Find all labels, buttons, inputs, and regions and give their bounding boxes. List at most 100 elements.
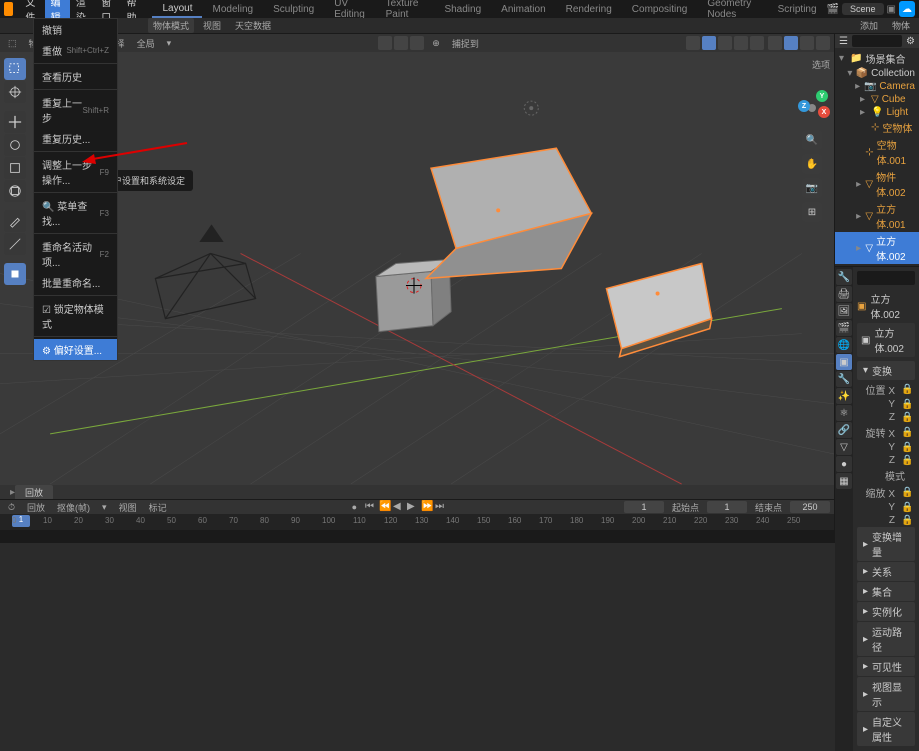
pan-icon[interactable]: ✋ bbox=[802, 154, 822, 174]
tab-object[interactable]: ▣ bbox=[836, 354, 852, 370]
tl-editor-icon[interactable]: ⏱ bbox=[4, 501, 19, 514]
tab-compositing[interactable]: Compositing bbox=[622, 2, 698, 17]
properties-search[interactable] bbox=[857, 271, 915, 285]
tool-cursor[interactable] bbox=[4, 81, 26, 103]
current-frame-field[interactable]: 1 bbox=[624, 501, 664, 513]
3d-viewport[interactable]: 选项 X Y bbox=[0, 52, 834, 485]
play-icon[interactable]: ▶ bbox=[407, 501, 419, 513]
tab-texture[interactable]: ▦ bbox=[836, 473, 852, 489]
outliner-collection[interactable]: ▾📦Collection bbox=[835, 67, 919, 80]
section-viewport-display[interactable]: ▸视图显示 bbox=[857, 677, 915, 711]
overlay-icons[interactable] bbox=[686, 36, 764, 50]
cloud-icon[interactable]: ☁ bbox=[899, 1, 915, 17]
tab-modifiers[interactable]: 🔧 bbox=[836, 371, 852, 387]
outliner-empty-001[interactable]: ⊹空物体.001 bbox=[835, 136, 919, 168]
tab-material[interactable]: ● bbox=[836, 456, 852, 472]
outliner-camera[interactable]: ▸📷Camera bbox=[835, 80, 919, 93]
section-transform[interactable]: ▾变换 bbox=[857, 361, 915, 380]
menu-undo[interactable]: 撤销 bbox=[34, 19, 117, 40]
outliner-scene-collection[interactable]: ▾📁场景集合 bbox=[835, 50, 919, 67]
menu-lock-object-mode[interactable]: ☑ 锁定物体模式 bbox=[34, 298, 117, 334]
zoom-icon[interactable]: 🔍 bbox=[802, 130, 822, 150]
sb-object[interactable]: 物体 bbox=[887, 18, 915, 33]
timeline-ruler[interactable]: 1 01020304050607080901001101201301401501… bbox=[0, 514, 834, 530]
tab-rendering[interactable]: Rendering bbox=[556, 2, 622, 17]
outliner-light[interactable]: ▸💡Light bbox=[835, 106, 919, 119]
tool-annotate[interactable] bbox=[4, 210, 26, 232]
menu-repeat-history[interactable]: 重复历史... bbox=[34, 128, 117, 149]
tl-playback[interactable]: 回放 bbox=[23, 500, 49, 515]
tool-scale[interactable] bbox=[4, 157, 26, 179]
tl-marker[interactable]: 标记 bbox=[145, 500, 171, 515]
tab-output[interactable]: 🖨 bbox=[836, 286, 852, 302]
section-motion-paths[interactable]: ▸运动路径 bbox=[857, 622, 915, 656]
tab-constraints[interactable]: 🔗 bbox=[836, 422, 852, 438]
viewlayer-icon[interactable]: ▣ bbox=[887, 4, 896, 15]
tab-animation[interactable]: Animation bbox=[491, 2, 555, 17]
next-keyframe-icon[interactable]: ⏩ bbox=[421, 501, 433, 513]
tab-data[interactable]: ▽ bbox=[836, 439, 852, 455]
blender-logo[interactable] bbox=[4, 2, 13, 16]
tab-sculpting[interactable]: Sculpting bbox=[263, 2, 324, 17]
view-menu[interactable]: 视图 bbox=[198, 18, 226, 33]
menu-undo-history[interactable]: 查看历史 bbox=[34, 66, 117, 87]
sb-add[interactable]: 添加 bbox=[855, 18, 883, 33]
start-frame-field[interactable]: 1 bbox=[707, 501, 747, 513]
outliner-cube-001[interactable]: ▸▽立方体.001 bbox=[835, 200, 919, 232]
viewport-options[interactable]: 选项 bbox=[812, 58, 830, 71]
mode-select[interactable]: 物体模式 bbox=[148, 18, 194, 33]
object-name-field[interactable]: 立方体.002 bbox=[870, 291, 915, 321]
tab-physics[interactable]: ⚛ bbox=[836, 405, 852, 421]
section-delta-transform[interactable]: ▸变换增量 bbox=[857, 527, 915, 561]
menu-preferences[interactable]: ⚙ 偏好设置... bbox=[34, 339, 117, 360]
tool-add-cube[interactable] bbox=[4, 263, 26, 285]
tool-transform[interactable] bbox=[4, 180, 26, 202]
transform-orientation-icons[interactable] bbox=[378, 36, 424, 50]
shading-mode-icons[interactable] bbox=[768, 36, 830, 50]
tl-keying[interactable]: 抠像(帧) bbox=[53, 500, 94, 515]
camera-icon[interactable]: 📷 bbox=[802, 178, 822, 198]
section-collections[interactable]: ▸集合 bbox=[857, 582, 915, 601]
section-instancing[interactable]: ▸实例化 bbox=[857, 602, 915, 621]
jump-end-icon[interactable]: ⏭ bbox=[435, 501, 447, 513]
tool-rotate[interactable] bbox=[4, 134, 26, 156]
menu-search[interactable]: 🔍 菜单查找...F3 bbox=[34, 195, 117, 231]
tab-world[interactable]: 🌐 bbox=[836, 337, 852, 353]
editor-type-icon[interactable]: ⬚ bbox=[4, 37, 21, 50]
menu-rename-active[interactable]: 重命名活动项...F2 bbox=[34, 236, 117, 272]
tool-measure[interactable] bbox=[4, 233, 26, 255]
outliner-search[interactable] bbox=[852, 35, 902, 47]
filter-icon[interactable]: ⚙ bbox=[906, 36, 915, 47]
select-menu[interactable]: 天空数据 bbox=[230, 18, 276, 33]
section-visibility[interactable]: ▸可见性 bbox=[857, 657, 915, 676]
tab-scene-props[interactable]: 🎬 bbox=[836, 320, 852, 336]
tab-particles[interactable]: ✨ bbox=[836, 388, 852, 404]
scene-icon[interactable]: 🎬 bbox=[827, 4, 839, 15]
outliner-cube-002[interactable]: ▸▽立方体.002 bbox=[835, 232, 919, 264]
menu-batch-rename[interactable]: 批量重命名... bbox=[34, 272, 117, 293]
outliner-icon[interactable]: ☰ bbox=[839, 36, 848, 47]
tool-move[interactable] bbox=[4, 111, 26, 133]
perspective-icon[interactable]: ⊞ bbox=[802, 202, 822, 222]
tab-layout[interactable]: Layout bbox=[152, 1, 202, 18]
tl-view[interactable]: 视图 bbox=[115, 500, 141, 515]
outliner-empty[interactable]: ⊹空物体 bbox=[835, 119, 919, 136]
tab-scripting[interactable]: Scripting bbox=[768, 2, 827, 17]
menu-redo[interactable]: 重做Shift+Ctrl+Z bbox=[34, 40, 117, 61]
tab-shading[interactable]: Shading bbox=[434, 2, 491, 17]
nav-gizmo[interactable]: X Y Z bbox=[794, 90, 830, 126]
autokey-icon[interactable]: ● bbox=[348, 501, 361, 513]
section-relations[interactable]: ▸关系 bbox=[857, 562, 915, 581]
menu-adjust-last[interactable]: 调整上一步操作...F9 bbox=[34, 154, 117, 190]
end-frame-field[interactable]: 250 bbox=[790, 501, 830, 513]
section-custom-props[interactable]: ▸自定义属性 bbox=[857, 712, 915, 746]
outliner-cube[interactable]: ▸▽Cube bbox=[835, 93, 919, 106]
prev-keyframe-icon[interactable]: ⏪ bbox=[379, 501, 391, 513]
tab-viewlayer[interactable]: 🖼 bbox=[836, 303, 852, 319]
menu-repeat-last[interactable]: 重复上一步Shift+R bbox=[34, 92, 117, 128]
tab-modeling[interactable]: Modeling bbox=[202, 2, 263, 17]
scene-name[interactable]: Scene bbox=[842, 3, 884, 15]
last-op-button[interactable]: 回放 bbox=[15, 485, 53, 500]
outliner-object-002[interactable]: ▸▽物件体.002 bbox=[835, 168, 919, 200]
tool-select-box[interactable] bbox=[4, 58, 26, 80]
